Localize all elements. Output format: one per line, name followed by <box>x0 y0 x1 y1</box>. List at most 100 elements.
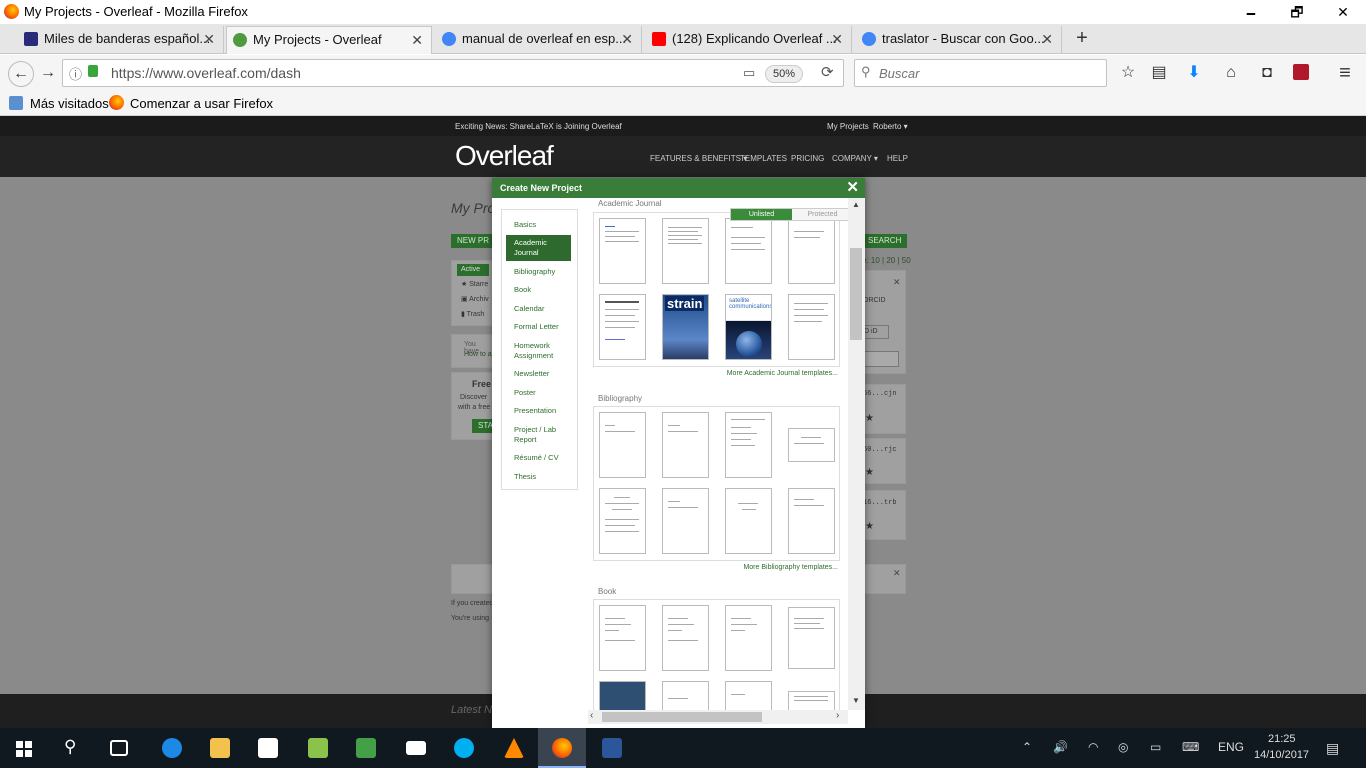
star-icon[interactable]: ★ <box>865 467 874 478</box>
template-thumbnail[interactable] <box>662 488 709 554</box>
user-menu[interactable]: Roberto ▾ <box>873 122 908 131</box>
template-thumbnail[interactable] <box>599 488 646 554</box>
category-formal-letter[interactable]: Formal Letter <box>506 322 571 332</box>
close-icon[interactable]: ✕ <box>893 568 901 579</box>
forward-button[interactable]: → <box>37 62 59 84</box>
filter-active[interactable]: Active <box>457 264 489 276</box>
template-thumbnail[interactable] <box>599 681 646 710</box>
search-taskbar-button[interactable]: ⚲ <box>48 728 96 768</box>
nav-features[interactable]: FEATURES & BENEFITS ▾ <box>650 154 747 163</box>
template-thumbnail[interactable] <box>788 218 835 284</box>
scroll-thumb[interactable] <box>602 712 762 722</box>
nav-help[interactable]: HELP <box>887 154 908 163</box>
project-row[interactable]: 60...rjc ★ <box>862 438 906 484</box>
new-tab-button[interactable]: + <box>1068 26 1096 52</box>
template-thumbnail[interactable] <box>599 218 646 284</box>
wifi-icon[interactable]: ◠ <box>1088 740 1098 754</box>
info-icon[interactable]: ⓘ <box>69 64 82 83</box>
back-button[interactable]: ← <box>8 61 34 87</box>
category-presentation[interactable]: Presentation <box>506 406 571 416</box>
visibility-toggle[interactable]: Unlisted Protected <box>730 208 854 221</box>
category-poster[interactable]: Poster <box>506 388 571 398</box>
category-bibliography[interactable]: Bibliography <box>506 267 571 277</box>
more-bibliography-link[interactable]: More Bibliography templates... <box>743 564 838 571</box>
orcid-id-button[interactable]: D iD <box>863 325 889 339</box>
battery-icon[interactable]: ▭ <box>1150 740 1161 754</box>
template-thumbnail[interactable] <box>599 605 646 671</box>
word-taskbar-button[interactable] <box>588 728 636 768</box>
notifications-icon[interactable]: ▤ <box>1326 740 1339 757</box>
category-homework-assignment[interactable]: Homework Assignment <box>506 341 571 361</box>
bookmark-star-icon[interactable]: ☆ <box>1117 62 1139 84</box>
reload-icon[interactable]: ⟳ <box>821 63 834 81</box>
language-indicator[interactable]: ENG <box>1218 740 1244 754</box>
news-text[interactable]: Exciting News: ShareLaTeX is Joining Ove… <box>455 122 622 131</box>
app-taskbar-button[interactable] <box>294 728 342 768</box>
category-resume-cv[interactable]: Résumé / CV <box>506 453 571 463</box>
template-thumbnail[interactable] <box>725 218 772 284</box>
explorer-taskbar-button[interactable] <box>196 728 244 768</box>
nav-templates[interactable]: TEMPLATES <box>740 154 787 163</box>
getting-started-link[interactable]: Comenzar a usar Firefox <box>130 96 273 111</box>
tab-close-icon[interactable]: ✕ <box>203 26 215 52</box>
notice-link[interactable]: How to a <box>464 351 492 358</box>
firefox-taskbar-button[interactable] <box>538 728 586 768</box>
category-thesis[interactable]: Thesis <box>506 472 571 482</box>
pocket-icon[interactable]: ◘ <box>1256 62 1278 84</box>
horizontal-scrollbar[interactable]: ‹ › <box>588 710 848 724</box>
category-basics[interactable]: Basics <box>506 220 571 230</box>
search-button[interactable]: SEARCH <box>862 234 908 248</box>
minimize-button[interactable]: 🗕 <box>1228 0 1274 24</box>
template-thumbnail[interactable] <box>662 605 709 671</box>
tab-banderas[interactable]: Miles de banderas español... ✕ <box>18 26 224 54</box>
library-icon[interactable]: ▤ <box>1148 62 1170 84</box>
new-project-button[interactable]: NEW PR <box>451 234 495 248</box>
tab-overleaf[interactable]: My Projects - Overleaf ✕ <box>226 26 432 54</box>
filter-starred[interactable]: ★ Starre <box>461 280 488 288</box>
per-page[interactable]: e: 10 | 20 | 50 <box>862 256 911 265</box>
tray-chevron-icon[interactable]: ⌃ <box>1022 740 1032 754</box>
download-icon[interactable]: ⬇ <box>1183 62 1205 84</box>
tab-close-icon[interactable]: ✕ <box>831 26 843 52</box>
scroll-left-icon[interactable]: ‹ <box>590 710 593 721</box>
template-thumbnail[interactable] <box>662 412 709 478</box>
clock-date[interactable]: 14/10/2017 <box>1254 749 1309 761</box>
app-taskbar-button[interactable] <box>342 728 390 768</box>
home-icon[interactable]: ⌂ <box>1220 62 1242 84</box>
template-thumbnail[interactable] <box>788 691 835 710</box>
menu-icon[interactable]: ≡ <box>1334 62 1356 84</box>
vlc-taskbar-button[interactable] <box>490 728 538 768</box>
network-icon[interactable]: ◎ <box>1118 740 1128 754</box>
close-window-button[interactable]: ✕ <box>1320 0 1366 24</box>
template-thumbnail[interactable] <box>725 681 772 710</box>
template-thumbnail[interactable] <box>788 607 835 669</box>
modal-close-button[interactable]: ✕ <box>846 178 859 197</box>
orcid-input[interactable] <box>863 351 899 367</box>
scroll-thumb[interactable] <box>850 248 862 340</box>
template-thumbnail[interactable] <box>599 294 646 360</box>
template-thumbnail[interactable] <box>662 681 709 710</box>
tab-youtube[interactable]: (128) Explicando Overleaf ... ✕ <box>646 26 852 54</box>
star-icon[interactable]: ★ <box>865 521 874 532</box>
mail-taskbar-button[interactable] <box>392 728 440 768</box>
edge-taskbar-button[interactable] <box>148 728 196 768</box>
tab-manual[interactable]: manual de overleaf en esp... ✕ <box>436 26 642 54</box>
star-icon[interactable]: ★ <box>865 413 874 424</box>
clock-time[interactable]: 21:25 <box>1268 733 1296 745</box>
scroll-up-icon[interactable]: ▲ <box>852 200 860 209</box>
volume-icon[interactable]: 🔊 <box>1053 740 1068 754</box>
reader-view-icon[interactable]: ▭ <box>743 65 755 81</box>
keyboard-icon[interactable]: ⌨ <box>1182 740 1199 754</box>
category-calendar[interactable]: Calendar <box>506 304 571 314</box>
project-row[interactable]: 66...cjn ★ <box>862 384 906 434</box>
task-view-button[interactable] <box>96 728 144 768</box>
nav-company[interactable]: COMPANY ▾ <box>832 154 878 163</box>
project-row[interactable]: 16...trb ★ <box>862 490 906 540</box>
template-thumbnail[interactable] <box>725 605 772 671</box>
filter-archived[interactable]: ▣ Archiv <box>461 295 489 303</box>
restore-button[interactable]: 🗗 <box>1274 0 1320 24</box>
template-thumbnail[interactable] <box>725 412 772 478</box>
tab-traslator[interactable]: traslator - Buscar con Goo... ✕ <box>856 26 1062 54</box>
category-academic-journal[interactable]: Academic Journal <box>506 235 571 261</box>
category-book[interactable]: Book <box>506 285 571 295</box>
